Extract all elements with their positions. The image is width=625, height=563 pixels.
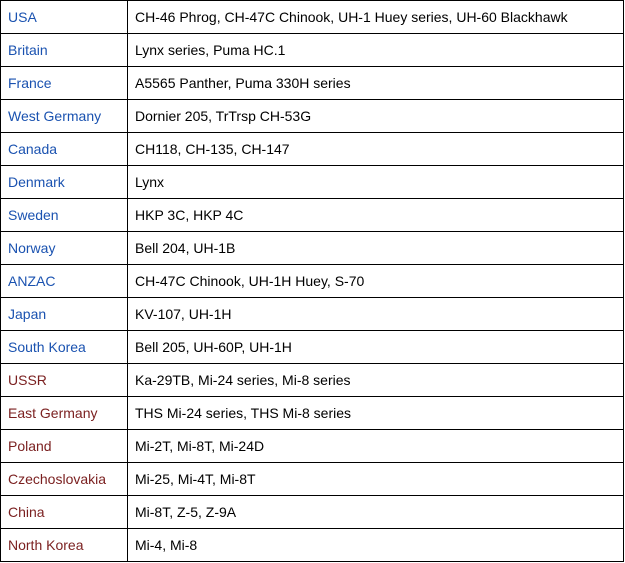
helicopters-cell: Ka-29TB, Mi-24 series, Mi-8 series bbox=[127, 363, 624, 397]
country-link[interactable]: ANZAC bbox=[8, 273, 55, 289]
helicopters-cell: Bell 205, UH-60P, UH-1H bbox=[127, 330, 624, 364]
country-link[interactable]: Czechoslovakia bbox=[8, 471, 106, 487]
helicopters-cell: Dornier 205, TrTrsp CH-53G bbox=[127, 99, 624, 133]
country-cell: Czechoslovakia bbox=[0, 462, 128, 496]
table-row: USSR Ka-29TB, Mi-24 series, Mi-8 series bbox=[0, 363, 624, 397]
helicopters-cell: HKP 3C, HKP 4C bbox=[127, 198, 624, 232]
country-link[interactable]: Japan bbox=[8, 306, 46, 322]
country-cell: West Germany bbox=[0, 99, 128, 133]
country-cell: ANZAC bbox=[0, 264, 128, 298]
country-cell: Britain bbox=[0, 33, 128, 67]
table-body: USA CH-46 Phrog, CH-47C Chinook, UH-1 Hue… bbox=[0, 0, 624, 562]
country-link[interactable]: Denmark bbox=[8, 174, 65, 190]
country-link[interactable]: China bbox=[8, 504, 45, 520]
country-link[interactable]: France bbox=[8, 75, 52, 91]
table-row: Canada CH118, CH-135, CH-147 bbox=[0, 132, 624, 166]
helicopters-cell: A5565 Panther, Puma 330H series bbox=[127, 66, 624, 100]
country-cell: Poland bbox=[0, 429, 128, 463]
country-cell: Denmark bbox=[0, 165, 128, 199]
helicopter-table: USA CH-46 Phrog, CH-47C Chinook, UH-1 Hue… bbox=[0, 0, 624, 562]
country-cell: France bbox=[0, 66, 128, 100]
country-link[interactable]: South Korea bbox=[8, 339, 86, 355]
country-cell: Sweden bbox=[0, 198, 128, 232]
table-row: Norway Bell 204, UH-1B bbox=[0, 231, 624, 265]
country-cell: Canada bbox=[0, 132, 128, 166]
country-cell: Japan bbox=[0, 297, 128, 331]
table-row: Japan KV-107, UH-1H bbox=[0, 297, 624, 331]
table-row: North Korea Mi-4, Mi-8 bbox=[0, 528, 624, 562]
country-link[interactable]: Poland bbox=[8, 438, 52, 454]
table-row: Poland Mi-2T, Mi-8T, Mi-24D bbox=[0, 429, 624, 463]
table-row: Sweden HKP 3C, HKP 4C bbox=[0, 198, 624, 232]
helicopters-cell: THS Mi-24 series, THS Mi-8 series bbox=[127, 396, 624, 430]
helicopters-cell: Mi-2T, Mi-8T, Mi-24D bbox=[127, 429, 624, 463]
helicopters-cell: CH118, CH-135, CH-147 bbox=[127, 132, 624, 166]
country-link[interactable]: Sweden bbox=[8, 207, 59, 223]
helicopters-cell: Mi-25, Mi-4T, Mi-8T bbox=[127, 462, 624, 496]
table-row: ANZAC CH-47C Chinook, UH-1H Huey, S-70 bbox=[0, 264, 624, 298]
helicopters-cell: Bell 204, UH-1B bbox=[127, 231, 624, 265]
country-link[interactable]: Canada bbox=[8, 141, 57, 157]
country-cell: USA bbox=[0, 0, 128, 34]
country-cell: Norway bbox=[0, 231, 128, 265]
table-row: West Germany Dornier 205, TrTrsp CH-53G bbox=[0, 99, 624, 133]
table-row: China Mi-8T, Z-5, Z-9A bbox=[0, 495, 624, 529]
table-row: France A5565 Panther, Puma 330H series bbox=[0, 66, 624, 100]
country-cell: South Korea bbox=[0, 330, 128, 364]
table-row: South Korea Bell 205, UH-60P, UH-1H bbox=[0, 330, 624, 364]
helicopters-cell: CH-47C Chinook, UH-1H Huey, S-70 bbox=[127, 264, 624, 298]
table-row: Denmark Lynx bbox=[0, 165, 624, 199]
table-row: Britain Lynx series, Puma HC.1 bbox=[0, 33, 624, 67]
helicopters-cell: Lynx series, Puma HC.1 bbox=[127, 33, 624, 67]
table-row: East Germany THS Mi-24 series, THS Mi-8 s… bbox=[0, 396, 624, 430]
country-link[interactable]: USSR bbox=[8, 372, 47, 388]
table-row: Czechoslovakia Mi-25, Mi-4T, Mi-8T bbox=[0, 462, 624, 496]
country-link[interactable]: Norway bbox=[8, 240, 55, 256]
country-link[interactable]: East Germany bbox=[8, 405, 97, 421]
country-link[interactable]: West Germany bbox=[8, 108, 101, 124]
helicopters-cell: Lynx bbox=[127, 165, 624, 199]
country-cell: North Korea bbox=[0, 528, 128, 562]
helicopters-cell: CH-46 Phrog, CH-47C Chinook, UH-1 Huey s… bbox=[127, 0, 624, 34]
country-link[interactable]: North Korea bbox=[8, 537, 83, 553]
country-link[interactable]: Britain bbox=[8, 42, 48, 58]
helicopters-cell: Mi-8T, Z-5, Z-9A bbox=[127, 495, 624, 529]
country-cell: East Germany bbox=[0, 396, 128, 430]
helicopters-cell: Mi-4, Mi-8 bbox=[127, 528, 624, 562]
country-link[interactable]: USA bbox=[8, 9, 37, 25]
helicopters-cell: KV-107, UH-1H bbox=[127, 297, 624, 331]
country-cell: USSR bbox=[0, 363, 128, 397]
country-cell: China bbox=[0, 495, 128, 529]
table-row: USA CH-46 Phrog, CH-47C Chinook, UH-1 Hue… bbox=[0, 0, 624, 34]
